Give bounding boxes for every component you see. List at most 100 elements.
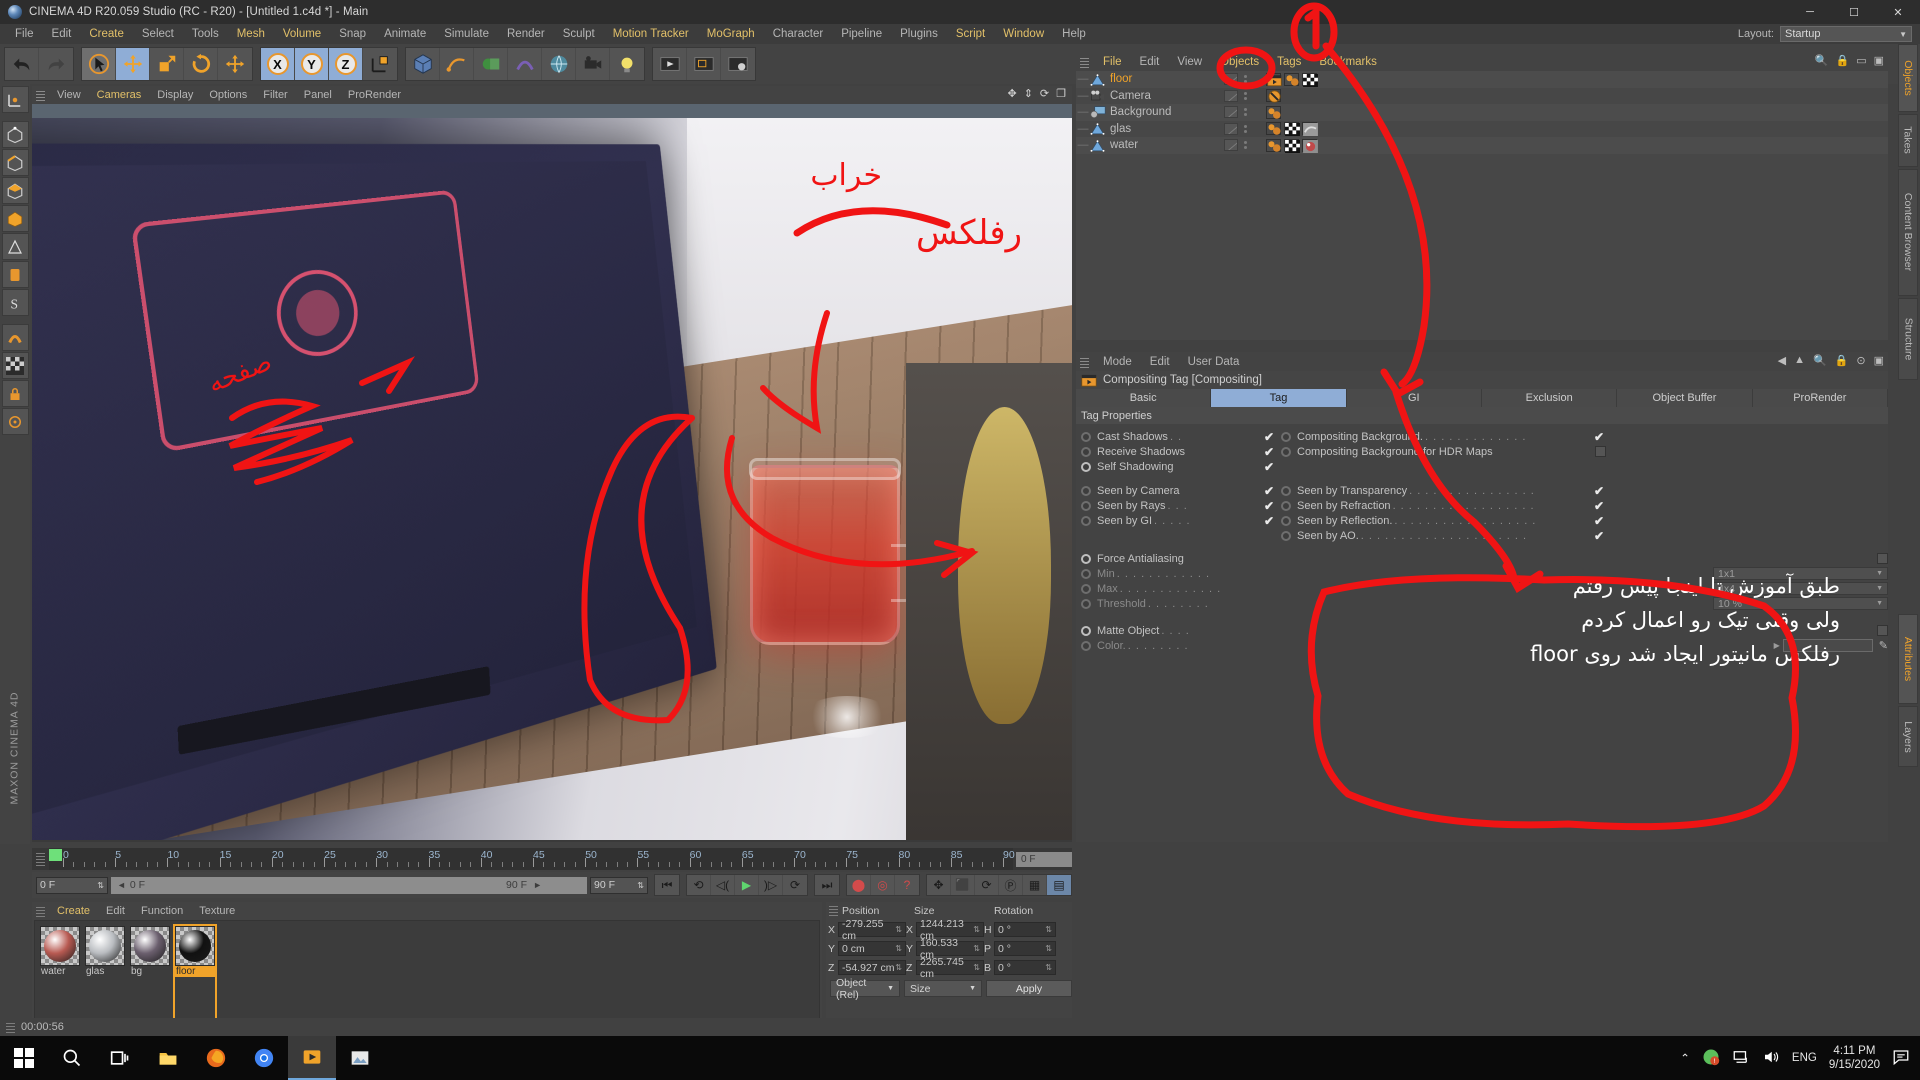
object-manager-drag-handle[interactable]	[1080, 55, 1089, 68]
material-menu-texture[interactable]: Texture	[191, 905, 243, 917]
apply-button[interactable]: Apply	[986, 980, 1072, 997]
rotation-field[interactable]: 0 ° ⇅	[994, 941, 1056, 956]
attribute-tab-prorender[interactable]: ProRender	[1753, 389, 1888, 407]
workplane-icon[interactable]	[1, 261, 29, 288]
size-field[interactable]: 160.533 cm ⇅	[916, 937, 984, 961]
animation-track-dot[interactable]	[1081, 461, 1091, 472]
action-center-icon[interactable]	[1892, 1048, 1910, 1069]
property-checkbox-checked[interactable]: ✔	[1262, 514, 1276, 528]
object-visibility-toggles[interactable]	[1244, 91, 1247, 100]
menu-item-window[interactable]: Window	[994, 24, 1053, 44]
animation-track-dot[interactable]	[1081, 640, 1091, 651]
checker-texture-tag-icon[interactable]	[1284, 138, 1300, 153]
material-tag-icon[interactable]	[1266, 105, 1281, 119]
size-mode-dropdown[interactable]: Size ▼	[904, 980, 982, 997]
object-menu-edit[interactable]: Edit	[1131, 56, 1169, 68]
property-checkbox-checked[interactable]: ✔	[1592, 529, 1606, 543]
environment-button[interactable]	[542, 48, 576, 80]
animation-track-dot[interactable]	[1281, 446, 1291, 457]
light-button[interactable]	[610, 48, 644, 80]
checker-texture-tag-icon[interactable]	[1302, 72, 1318, 87]
stepper-icon[interactable]: ⇅	[973, 925, 980, 934]
animation-track-dot[interactable]	[1281, 431, 1291, 442]
object-name[interactable]: Background	[1110, 106, 1171, 118]
axis-modify-icon[interactable]	[1, 408, 29, 435]
loop-button[interactable]: ⟳	[783, 875, 807, 895]
clock[interactable]: 4:11 PM 9/15/2020	[1829, 1044, 1880, 1072]
stepper-icon[interactable]: ⇅	[895, 963, 902, 972]
object-layer-swatch[interactable]	[1224, 73, 1238, 86]
animation-track-dot[interactable]	[1281, 530, 1291, 541]
vertical-tab-layers[interactable]: Layers	[1898, 706, 1918, 767]
object-name[interactable]: Camera	[1110, 90, 1151, 102]
animation-track-dot[interactable]	[1081, 598, 1091, 609]
minimize-button[interactable]: ─	[1788, 0, 1832, 24]
search-icon[interactable]: 🔍	[1813, 354, 1827, 367]
checker-texture-tag-icon[interactable]	[1284, 122, 1300, 137]
object-menu-file[interactable]: File	[1094, 56, 1131, 68]
property-checkbox-checked[interactable]: ✔	[1592, 514, 1606, 528]
property-checkbox-checked[interactable]: ✔	[1592, 430, 1606, 444]
water-texture-tag-icon[interactable]	[1302, 138, 1318, 153]
move-tool-button[interactable]	[116, 48, 150, 80]
render-settings-button[interactable]	[721, 48, 755, 80]
object-visibility-toggles[interactable]	[1244, 108, 1247, 117]
snap-icon[interactable]: S	[1, 289, 29, 316]
world-object-coordinate-button[interactable]	[363, 48, 397, 80]
lock-icon[interactable]	[1, 380, 29, 407]
tree-expander[interactable]: —	[1076, 123, 1090, 135]
menu-item-plugins[interactable]: Plugins	[891, 24, 947, 44]
stepper-icon[interactable]: ⇅	[895, 925, 902, 934]
object-visibility-toggles[interactable]	[1244, 75, 1247, 84]
chevron-down-icon[interactable]: ▼	[1876, 600, 1883, 607]
timeline-drag-handle[interactable]	[36, 852, 45, 866]
menu-item-simulate[interactable]: Simulate	[435, 24, 498, 44]
viewport-menu-cameras[interactable]: Cameras	[89, 89, 150, 101]
menu-item-volume[interactable]: Volume	[274, 24, 330, 44]
deformer-button[interactable]	[508, 48, 542, 80]
attribute-menu-user-data[interactable]: User Data	[1179, 356, 1249, 368]
language-indicator[interactable]: ENG	[1792, 1052, 1817, 1064]
object-name[interactable]: floor	[1110, 73, 1132, 85]
object-visibility-toggles[interactable]	[1244, 124, 1247, 133]
menu-item-snap[interactable]: Snap	[330, 24, 375, 44]
tree-expander[interactable]: —	[1076, 106, 1090, 118]
menu-item-select[interactable]: Select	[133, 24, 183, 44]
property-checkbox-checked[interactable]: ✔	[1262, 430, 1276, 444]
move-magnet-icon[interactable]	[1, 324, 29, 351]
status-drag-handle[interactable]	[6, 1021, 15, 1033]
frame-slider[interactable]: ◄ 0 F 90 F ►	[111, 876, 587, 894]
object-name[interactable]: glas	[1110, 123, 1131, 135]
animation-track-dot[interactable]	[1081, 553, 1091, 564]
object-visibility-toggles[interactable]	[1244, 141, 1247, 150]
photos-icon[interactable]	[336, 1036, 384, 1080]
generator-button[interactable]	[474, 48, 508, 80]
rotation-field[interactable]: 0 ° ⇅	[994, 922, 1056, 937]
lock-x-axis-button[interactable]: X	[261, 48, 295, 80]
back-arrow-icon[interactable]: ◀	[1778, 354, 1786, 367]
vertical-tab-structure[interactable]: Structure	[1898, 297, 1918, 381]
glass-texture-tag-icon[interactable]	[1302, 122, 1318, 137]
size-field[interactable]: 1244.213 cm ⇅	[916, 918, 984, 942]
attribute-drag-handle[interactable]	[1080, 355, 1089, 368]
scale-tool-button[interactable]	[150, 48, 184, 80]
position-field[interactable]: -54.927 cm ⇅	[838, 960, 906, 975]
go-to-end-button[interactable]: ⏭	[815, 875, 839, 895]
size-field[interactable]: 2265.745 cm ⇅	[916, 956, 984, 980]
object-layer-swatch[interactable]	[1224, 139, 1238, 152]
model-mode-icon[interactable]	[1, 205, 29, 232]
viewport-drag-handle[interactable]	[36, 89, 45, 101]
uv-checker-icon[interactable]	[1, 352, 29, 379]
material-tag-icon[interactable]	[1266, 138, 1281, 152]
menu-item-pipeline[interactable]: Pipeline	[832, 24, 891, 44]
property-checkbox-checked[interactable]: ✔	[1592, 484, 1606, 498]
redo-button[interactable]	[39, 48, 73, 80]
layout-dropdown[interactable]: Startup ▼	[1780, 26, 1912, 42]
viewport-render-area[interactable]: رفلکس خراب صفحه	[32, 118, 1072, 840]
select-tool-button[interactable]	[82, 48, 116, 80]
viewport-menu-prorender[interactable]: ProRender	[340, 89, 409, 101]
rotate-viewport-icon[interactable]: ⟳	[1040, 87, 1049, 100]
attribute-tab-gi[interactable]: GI	[1347, 389, 1482, 407]
stepper-icon[interactable]: ⇅	[895, 944, 902, 953]
viewport-menu-options[interactable]: Options	[201, 89, 255, 101]
